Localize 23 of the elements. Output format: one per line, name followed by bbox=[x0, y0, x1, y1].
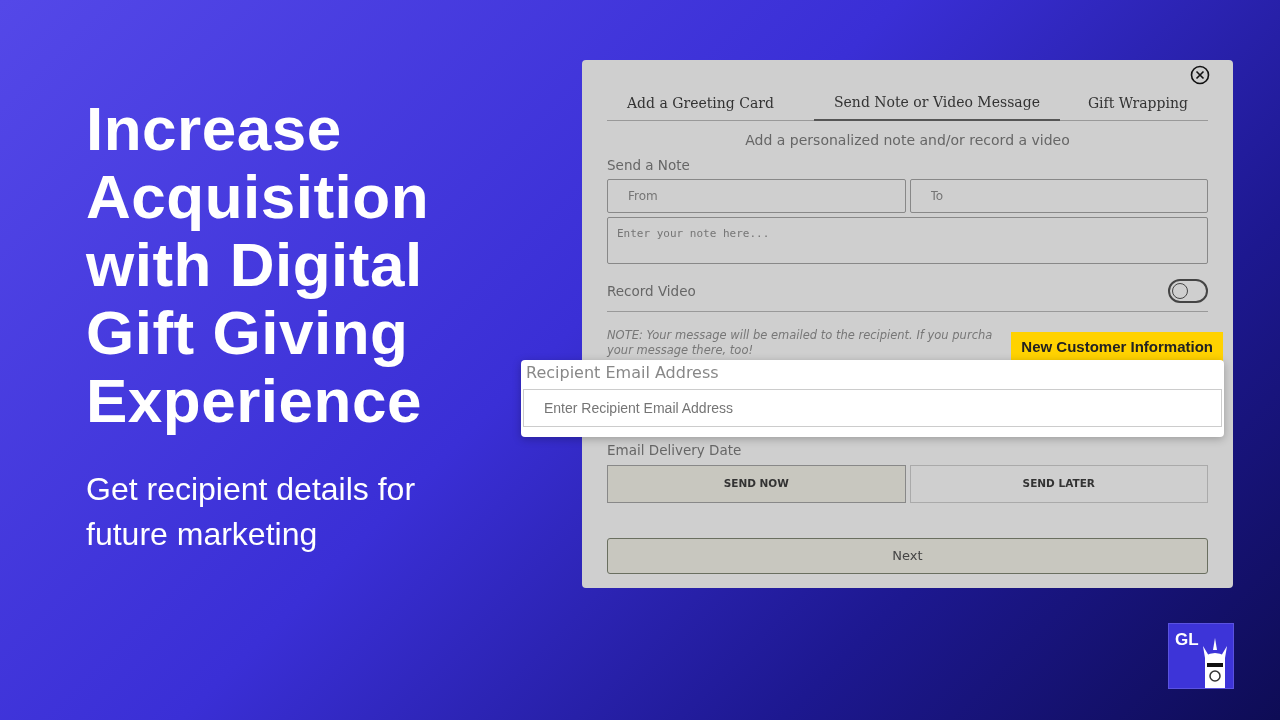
intro-text: Add a personalized note and/or record a video bbox=[744, 131, 1071, 150]
field-label: Recipient Email Address bbox=[525, 362, 720, 384]
record-video-label: Record Video bbox=[607, 282, 696, 302]
record-video-toggle[interactable] bbox=[1168, 279, 1208, 304]
tab[interactable]: Send Note or Video Message bbox=[814, 90, 1060, 121]
note-field[interactable]: Enter your note here... bbox=[607, 217, 1208, 265]
delivery-option[interactable]: SEND NOW bbox=[607, 464, 906, 503]
headline: Increase Acquisition with Digital Gift Giving Experience bbox=[86, 95, 431, 435]
notice-text: NOTE: Your message will be emailed to the recipient. If you purcha bbox=[607, 328, 993, 344]
section-heading: Send a Note bbox=[607, 156, 691, 175]
next-button[interactable]: Next bbox=[607, 537, 1208, 574]
email-field[interactable]: Enter Recipient Email Address bbox=[523, 389, 1222, 427]
tab[interactable]: Add a Greeting Card bbox=[607, 90, 794, 120]
from-field[interactable]: From bbox=[607, 179, 906, 214]
logo-text: GL bbox=[1175, 629, 1199, 651]
delivery-option[interactable]: SEND LATER bbox=[909, 464, 1208, 503]
close-icon[interactable] bbox=[1190, 65, 1210, 85]
to-field[interactable]: To bbox=[909, 179, 1208, 214]
notice-text: your message there, too! bbox=[607, 343, 754, 359]
subheadline: Get recipient details for future marketing bbox=[86, 470, 417, 554]
section-heading: Email Delivery Date bbox=[607, 441, 743, 461]
callout-badge: New Customer Information bbox=[1011, 332, 1223, 363]
tab[interactable]: Gift Wrapping bbox=[1067, 90, 1208, 120]
